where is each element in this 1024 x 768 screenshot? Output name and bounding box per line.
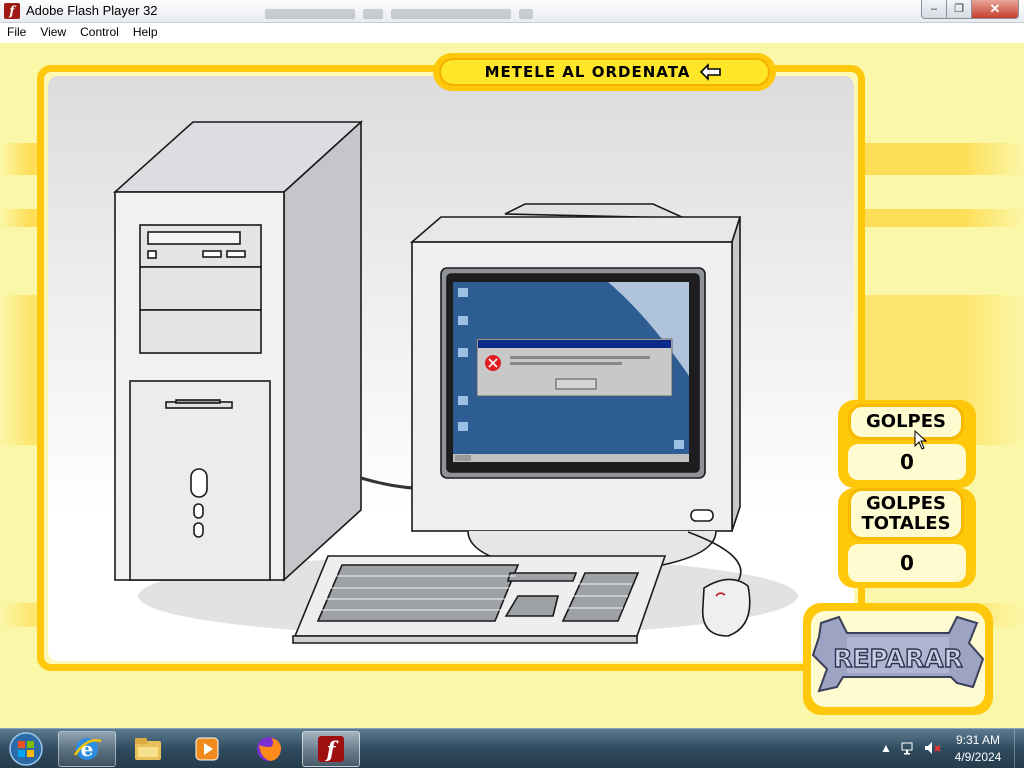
- show-desktop-button[interactable]: [1014, 729, 1024, 768]
- back-arrow-icon[interactable]: [698, 63, 724, 81]
- clock-time: 9:31 AM: [955, 733, 1001, 747]
- menu-control[interactable]: Control: [73, 23, 126, 43]
- menu-view[interactable]: View: [33, 23, 73, 43]
- hits-counter: GOLPES 0: [838, 400, 976, 488]
- internet-explorer-icon: e: [73, 737, 102, 761]
- minimize-button[interactable]: –: [921, 0, 947, 19]
- menu-bar: File View Control Help: [0, 23, 1024, 43]
- flash-icon: f: [4, 3, 20, 19]
- background-window-ghost: [265, 9, 535, 21]
- taskbar-flash-player[interactable]: f: [302, 731, 360, 767]
- hits-label: GOLPES: [848, 404, 964, 440]
- window-title: Adobe Flash Player 32: [26, 3, 158, 18]
- total-hits-counter: GOLPES TOTALES 0: [838, 488, 976, 588]
- game-title-banner: METELE AL ORDENATA: [433, 53, 776, 91]
- close-button[interactable]: ✕: [971, 0, 1019, 19]
- window-titlebar[interactable]: f Adobe Flash Player 32 – ❐ ✕: [0, 0, 1024, 23]
- file-explorer-icon: [135, 738, 161, 760]
- volume-muted-icon[interactable]: [924, 741, 942, 758]
- menu-help[interactable]: Help: [126, 23, 165, 43]
- repair-button[interactable]: REPARAR: [803, 603, 993, 715]
- monitor-screen: [453, 282, 689, 462]
- hits-value: 0: [848, 444, 966, 480]
- network-icon[interactable]: [901, 741, 917, 758]
- taskbar-file-explorer[interactable]: [119, 731, 177, 767]
- game-title: METELE AL ORDENATA: [484, 63, 691, 81]
- taskbar-media-player[interactable]: [178, 731, 236, 767]
- total-hits-label-line1: GOLPES: [866, 493, 946, 514]
- show-hidden-icons-icon[interactable]: ▲: [880, 741, 892, 755]
- computer-tower: [112, 120, 364, 582]
- computer-illustration: [112, 120, 798, 644]
- taskbar-internet-explorer[interactable]: e: [58, 731, 116, 767]
- computer-scene[interactable]: [48, 76, 854, 661]
- total-hits-label: GOLPES TOTALES: [848, 488, 964, 540]
- total-hits-label-line2: TOTALES: [861, 513, 951, 534]
- windows-start-icon: [9, 732, 43, 766]
- menu-file[interactable]: File: [0, 23, 33, 43]
- flash-player-icon: f: [318, 736, 344, 762]
- wrench-icon: REPARAR: [811, 615, 985, 693]
- total-hits-value: 0: [848, 544, 966, 582]
- media-player-icon: [195, 737, 219, 761]
- repair-label: REPARAR: [833, 644, 963, 673]
- system-clock[interactable]: 9:31 AM 4/9/2024: [948, 732, 1008, 766]
- start-button[interactable]: [6, 730, 46, 768]
- taskbar: e f ▲ 9:31 AM 4/9/2024: [0, 728, 1024, 768]
- clock-date: 4/9/2024: [954, 750, 1002, 764]
- flash-game-stage[interactable]: METELE AL ORDENATA GOLPES 0 GOLPES TOTAL…: [0, 43, 1024, 728]
- maximize-button[interactable]: ❐: [946, 0, 972, 19]
- mouse-cursor-icon: [914, 430, 928, 450]
- taskbar-firefox[interactable]: [240, 731, 298, 767]
- firefox-icon: [257, 737, 281, 761]
